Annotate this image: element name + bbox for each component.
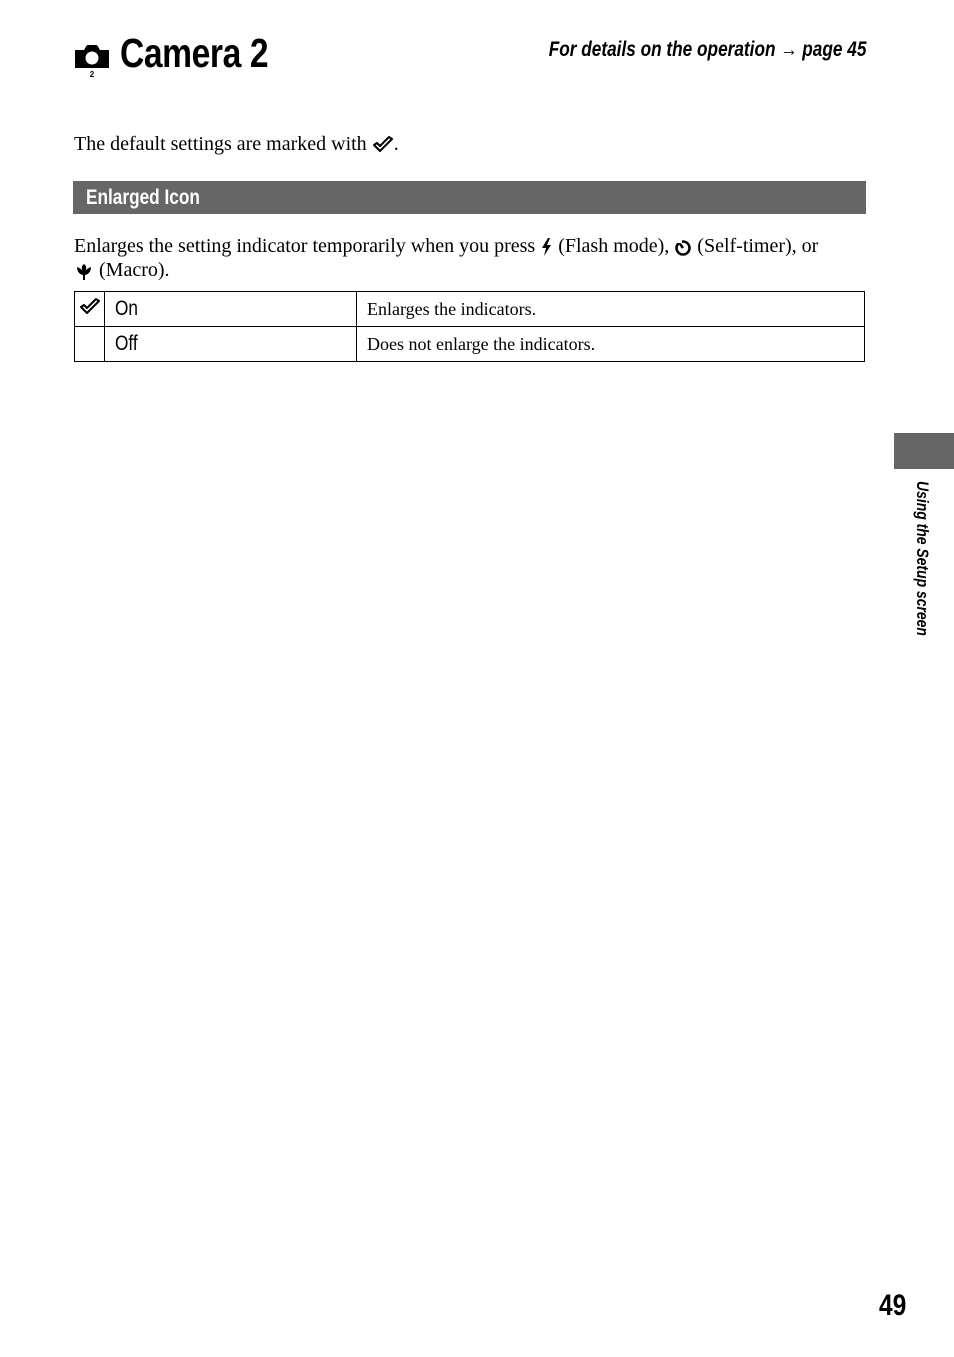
desc-text-1: Enlarges the setting indicator temporari…	[74, 235, 541, 257]
side-tab-label: Using the Setup screen	[913, 481, 932, 636]
section-description: Enlarges the setting indicator temporari…	[74, 234, 874, 282]
settings-table: On Enlarges the indicators. Off Does not…	[74, 291, 865, 362]
table-row: Off Does not enlarge the indicators.	[74, 326, 865, 362]
desc-text-3: (Self-timer), or	[692, 235, 819, 257]
default-marker-cell	[74, 326, 105, 362]
side-tab-marker	[894, 433, 954, 469]
section-title: Enlarged Icon	[86, 186, 200, 209]
checkmark-icon	[79, 297, 100, 314]
details-reference: For details on the operation → page 45	[548, 38, 866, 61]
option-label-cell: Off	[104, 326, 357, 362]
option-label: On	[115, 297, 138, 320]
table-row: On Enlarges the indicators.	[74, 291, 865, 327]
default-settings-note: The default settings are marked with .	[74, 131, 399, 157]
default-marker-cell	[74, 291, 105, 327]
section-header-bar: Enlarged Icon	[73, 181, 866, 214]
option-description: Enlarges the indicators.	[356, 291, 865, 327]
page-title: Camera 2	[120, 30, 269, 76]
macro-icon	[77, 264, 91, 281]
desc-text-4: (Macro).	[94, 259, 170, 281]
intro-period: .	[393, 133, 399, 155]
desc-text-2: (Flash mode),	[553, 235, 675, 257]
self-timer-icon	[675, 240, 692, 257]
option-label-cell: On	[104, 291, 357, 327]
option-label: Off	[115, 332, 138, 355]
checkmark-icon	[372, 136, 393, 153]
intro-text: The default settings are marked with	[74, 133, 372, 155]
page-number: 49	[879, 1289, 907, 1322]
camera-icon: 2	[75, 45, 109, 78]
option-description: Does not enlarge the indicators.	[356, 326, 865, 362]
camera-icon-subscript: 2	[90, 70, 95, 78]
flash-icon	[542, 238, 552, 257]
